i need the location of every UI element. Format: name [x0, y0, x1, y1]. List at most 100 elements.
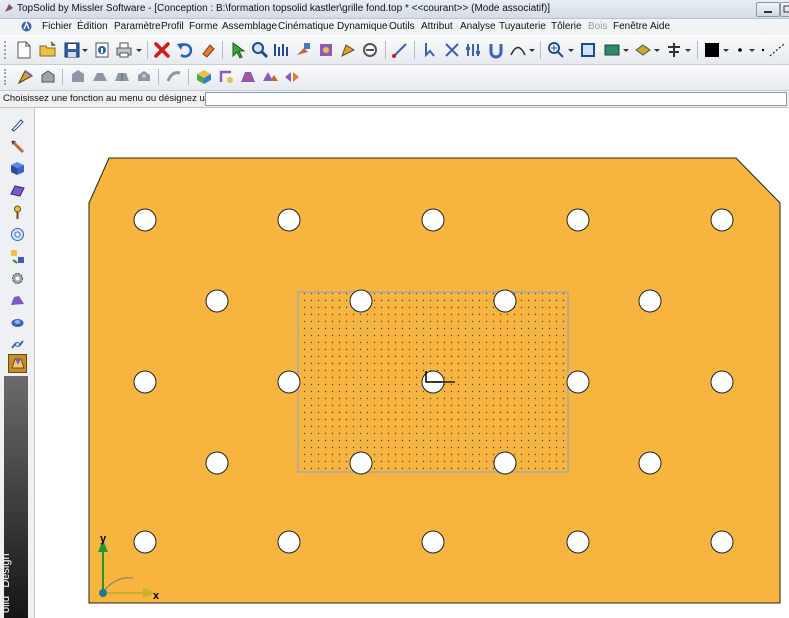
boss-icon[interactable]: [134, 67, 154, 87]
menu-tolerie[interactable]: Tôlerie: [551, 21, 582, 32]
menu-analyse[interactable]: Analyse: [460, 21, 496, 32]
hole[interactable]: [421, 208, 445, 232]
shape-mode-button[interactable]: [8, 354, 27, 373]
properties-icon[interactable]: [92, 40, 112, 60]
color-swatch-icon[interactable]: [702, 40, 722, 60]
menu-edition[interactable]: Édition: [77, 21, 108, 32]
print-icon[interactable]: [114, 40, 134, 60]
hole[interactable]: [133, 208, 157, 232]
dropdown-arrow-icon[interactable]: [566, 40, 576, 60]
chamfer-icon[interactable]: [38, 67, 58, 87]
menu-outils[interactable]: Outils: [389, 21, 415, 32]
menu-parametre[interactable]: Paramètre: [114, 21, 161, 32]
zoom-icon[interactable]: [250, 40, 270, 60]
pin-icon[interactable]: [9, 204, 26, 221]
dropdown-arrow-icon[interactable]: [683, 40, 693, 60]
command-input[interactable]: [205, 92, 787, 106]
fit-window-icon[interactable]: [578, 40, 598, 60]
minimize-button[interactable]: [756, 2, 780, 17]
layers-icon[interactable]: [664, 40, 684, 60]
undo-icon[interactable]: [175, 40, 195, 60]
fillet-icon[interactable]: [16, 67, 36, 87]
hole[interactable]: [277, 370, 301, 394]
hole[interactable]: [277, 208, 301, 232]
menu-assemblage[interactable]: Assemblage: [222, 21, 277, 32]
cursor-icon[interactable]: [228, 40, 248, 60]
dropdown-arrow-icon[interactable]: [621, 40, 631, 60]
menu-aide[interactable]: Aide: [650, 21, 670, 32]
hole[interactable]: [710, 370, 734, 394]
dot-icon[interactable]: [758, 40, 768, 60]
hole[interactable]: [566, 208, 590, 232]
sketch-pencil-icon[interactable]: [9, 116, 26, 133]
hole[interactable]: [349, 289, 373, 313]
hole[interactable]: [493, 451, 517, 475]
hole[interactable]: [133, 370, 157, 394]
shell-icon[interactable]: [68, 67, 88, 87]
hole[interactable]: [421, 530, 445, 554]
pattern-icon[interactable]: [260, 67, 280, 87]
revolve-icon[interactable]: [216, 67, 236, 87]
zoom-in-icon[interactable]: [546, 40, 566, 60]
dropdown-arrow-icon[interactable]: [134, 40, 144, 60]
render-icon[interactable]: [602, 40, 622, 60]
hole[interactable]: [566, 370, 590, 394]
gear-icon[interactable]: [9, 270, 26, 287]
dropdown-arrow-icon[interactable]: [80, 40, 90, 60]
toolbar-grip[interactable]: [4, 41, 10, 59]
menu-fenetre[interactable]: Fenêtre: [613, 21, 647, 32]
loft-icon[interactable]: [238, 67, 258, 87]
menu-profil[interactable]: Profil: [161, 21, 184, 32]
menu-cinematique[interactable]: Cinématique: [278, 21, 334, 32]
dropdown-arrow-icon[interactable]: [721, 40, 731, 60]
menu-forme[interactable]: Forme: [189, 21, 218, 32]
toolbar-grip[interactable]: [4, 69, 10, 85]
view-orientation-icon[interactable]: [633, 40, 653, 60]
component-icon[interactable]: [316, 40, 336, 60]
chain-icon[interactable]: [9, 336, 26, 353]
hole[interactable]: [277, 530, 301, 554]
dropdown-arrow-icon[interactable]: [747, 40, 757, 60]
solid-box-icon[interactable]: [9, 160, 26, 177]
menu-tuyauterie[interactable]: Tuyauterie: [499, 21, 546, 32]
hole[interactable]: [205, 289, 229, 313]
pipe-icon[interactable]: [9, 314, 26, 331]
curve-tool-icon[interactable]: [9, 138, 26, 155]
hole[interactable]: [566, 530, 590, 554]
hole[interactable]: [493, 289, 517, 313]
hole[interactable]: [638, 289, 662, 313]
eraser-icon[interactable]: [198, 40, 218, 60]
curve-icon[interactable]: [508, 40, 528, 60]
document-menu-icon[interactable]: [20, 20, 33, 33]
tool-icon[interactable]: [294, 40, 314, 60]
point-style-icon[interactable]: [735, 40, 745, 60]
hole[interactable]: [205, 451, 229, 475]
colored-solid-icon[interactable]: [194, 67, 214, 87]
graphics-viewport[interactable]: y x: [35, 108, 789, 618]
new-document-icon[interactable]: [14, 40, 34, 60]
select-icon[interactable]: [420, 40, 440, 60]
hole[interactable]: [349, 451, 373, 475]
menu-bois[interactable]: Bois: [588, 21, 607, 32]
cross-select-icon[interactable]: [442, 40, 462, 60]
menu-attribut[interactable]: Attribut: [421, 21, 453, 32]
open-folder-icon[interactable]: [38, 40, 58, 60]
hole[interactable]: [710, 208, 734, 232]
surface-icon[interactable]: [9, 182, 26, 199]
hole-icon[interactable]: [9, 226, 26, 243]
line-style-icon[interactable]: [768, 40, 786, 60]
menu-fichier[interactable]: Fichier: [42, 21, 72, 32]
mirror-icon[interactable]: [282, 67, 302, 87]
hole[interactable]: [638, 451, 662, 475]
analysis-icon[interactable]: [360, 40, 380, 60]
save-icon[interactable]: [62, 40, 82, 60]
filter-icon[interactable]: [464, 40, 484, 60]
sweep-icon[interactable]: [164, 67, 184, 87]
measure-icon[interactable]: [272, 40, 292, 60]
modify-icon[interactable]: [338, 40, 358, 60]
hole[interactable]: [710, 530, 734, 554]
hole[interactable]: [133, 530, 157, 554]
dropdown-arrow-icon[interactable]: [652, 40, 662, 60]
assembly-icon[interactable]: [9, 248, 26, 265]
draft-icon[interactable]: [90, 67, 110, 87]
